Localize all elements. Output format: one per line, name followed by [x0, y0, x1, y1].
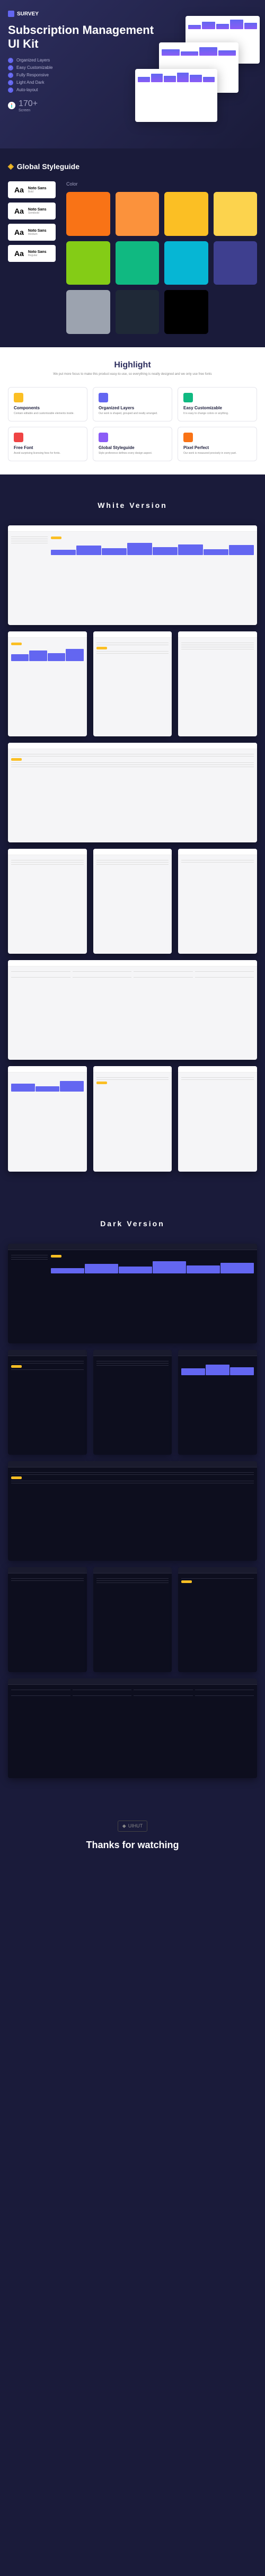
font-card: AaNoto SansRegular — [8, 245, 56, 262]
card-icon — [183, 393, 193, 402]
footer-thanks: Thanks for watching — [0, 1840, 265, 1851]
screen-preview — [8, 1350, 87, 1455]
screen-preview — [178, 631, 257, 736]
screen-preview — [93, 1066, 172, 1171]
card-icon — [14, 433, 23, 442]
screen-preview — [93, 1350, 172, 1455]
highlight-card: Components Contain editable and customiza… — [8, 387, 87, 421]
card-icon — [183, 433, 193, 442]
screen-label: Screen — [19, 109, 38, 112]
highlight-card: Easy Customizable It is easy to change co… — [178, 387, 257, 421]
card-desc: Style preference defines every design as… — [99, 452, 166, 455]
color-swatch — [116, 192, 160, 236]
card-icon — [99, 433, 108, 442]
dark-version-title: Dark Version — [0, 1193, 265, 1244]
screen-preview — [8, 1678, 257, 1778]
screen-preview — [8, 525, 257, 625]
font-card: AaNoto SansBold — [8, 181, 56, 198]
screen-preview — [8, 1461, 257, 1561]
hero-mockups — [111, 16, 260, 133]
white-version-title: White Version — [0, 474, 265, 525]
screen-preview — [8, 1066, 87, 1171]
card-desc: Avoid surprising licensing fees for font… — [14, 452, 82, 455]
highlight-card: Global Styleguide Style preference define… — [93, 427, 172, 461]
color-swatch — [66, 290, 110, 334]
highlight-subtitle: We put more focus to make this product e… — [8, 372, 257, 376]
card-desc: It is easy to change colors or anything. — [183, 412, 251, 416]
logo-icon — [8, 11, 14, 17]
screen-preview — [178, 1567, 257, 1672]
screen-preview — [8, 631, 87, 736]
screen-preview — [8, 849, 87, 954]
highlight-title: Highlight — [8, 361, 257, 370]
styleguide-section: Global Styleguide AaNoto SansBold AaNoto… — [0, 148, 265, 347]
footer-section: ◆ UIHUT Thanks for watching — [0, 1799, 265, 1872]
color-swatch — [214, 241, 258, 285]
color-swatch — [66, 241, 110, 285]
color-label: Color — [66, 181, 257, 187]
color-swatch — [164, 290, 208, 334]
screen-preview — [8, 960, 257, 1060]
screen-preview — [178, 1066, 257, 1171]
card-title: Global Styleguide — [99, 445, 166, 450]
card-title: Components — [14, 406, 82, 410]
highlight-cards: Components Contain editable and customiza… — [8, 387, 257, 461]
screen-preview — [93, 1567, 172, 1672]
highlight-card: Pixel Perfect Our work is measured precis… — [178, 427, 257, 461]
screen-preview — [8, 743, 257, 842]
color-swatch — [214, 192, 258, 236]
color-swatch — [164, 241, 208, 285]
card-title: Pixel Perfect — [183, 445, 251, 450]
screen-preview — [8, 1244, 257, 1343]
card-title: Organized Layers — [99, 406, 166, 410]
figma-icon — [8, 102, 15, 109]
brand-name: SURVEY — [17, 11, 39, 17]
color-palette: Color — [66, 181, 257, 334]
highlight-card: Organized Layers Our work is shaped, grou… — [93, 387, 172, 421]
screen-preview — [8, 1567, 87, 1672]
card-icon — [14, 393, 23, 402]
screen-preview — [93, 849, 172, 954]
footer-brand: ◆ UIHUT — [118, 1821, 147, 1832]
highlight-section: Highlight We put more focus to make this… — [0, 347, 265, 474]
screen-preview — [178, 1350, 257, 1455]
color-swatch — [164, 192, 208, 236]
card-desc: Contain editable and customizable elemen… — [14, 412, 82, 416]
screen-count: 170+ — [19, 99, 38, 108]
card-desc: Our work is shaped, grouped and neatly a… — [99, 412, 166, 416]
font-card: AaNoto SansSemibold — [8, 203, 56, 219]
dark-showcase — [0, 1244, 265, 1799]
screen-preview — [93, 631, 172, 736]
font-list: AaNoto SansBold AaNoto SansSemibold AaNo… — [8, 181, 56, 334]
card-title: Easy Customizable — [183, 406, 251, 410]
card-icon — [99, 393, 108, 402]
white-showcase — [0, 525, 265, 1193]
card-title: Free Font — [14, 445, 82, 450]
hero-section: SURVEY Subscription Management UI Kit Or… — [0, 0, 265, 148]
color-swatch — [116, 241, 160, 285]
card-desc: Our work is measured precisely in every … — [183, 452, 251, 455]
font-card: AaNoto SansMedium — [8, 224, 56, 241]
styleguide-title: Global Styleguide — [8, 162, 257, 171]
screen-preview — [178, 849, 257, 954]
color-swatch — [116, 290, 160, 334]
color-swatch — [66, 192, 110, 236]
highlight-card: Free Font Avoid surprising licensing fees… — [8, 427, 87, 461]
